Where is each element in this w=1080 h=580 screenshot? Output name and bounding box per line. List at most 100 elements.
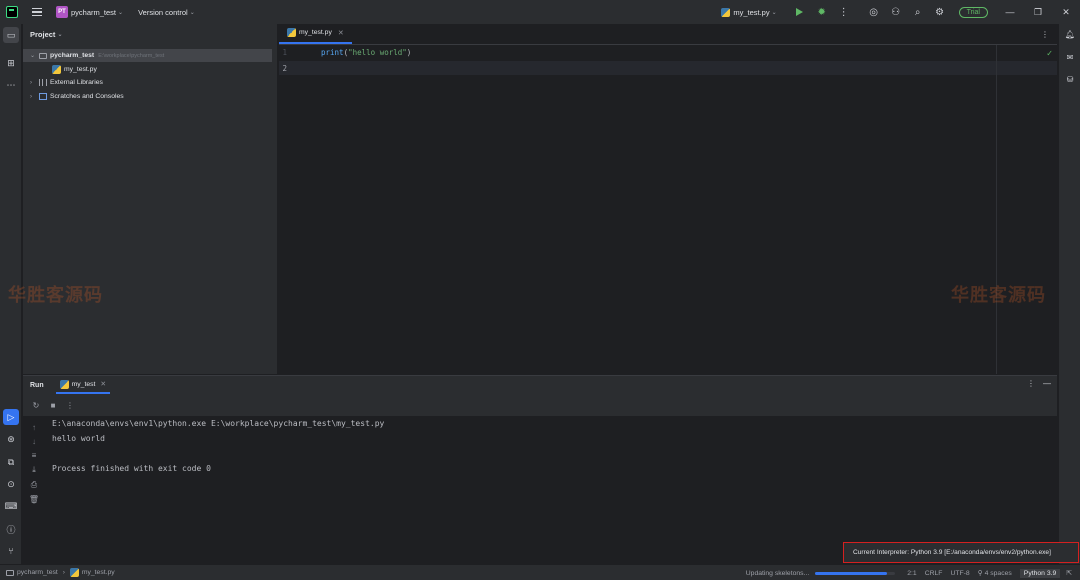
stop-button[interactable]: ■ bbox=[46, 398, 60, 412]
print-icon: ⎙ bbox=[30, 480, 38, 489]
ai-assistant-button[interactable]: ◎ bbox=[863, 1, 885, 23]
close-tab-icon[interactable]: ✕ bbox=[338, 29, 344, 37]
run-tool-button[interactable]: ▷ bbox=[3, 409, 19, 425]
close-button[interactable]: ✕ bbox=[1052, 0, 1080, 24]
tree-item-external-libraries[interactable]: › External Libraries bbox=[30, 76, 103, 89]
terminal-button[interactable]: ⌨ bbox=[3, 498, 19, 514]
tab-label: my_test.py bbox=[299, 29, 332, 36]
breadcrumb-file[interactable]: my_test.py bbox=[82, 569, 115, 576]
settings-button[interactable]: ⚙ bbox=[929, 1, 951, 23]
more-vertical-icon[interactable]: ⋮ bbox=[1027, 379, 1035, 388]
version-control-menu[interactable]: Version control bbox=[138, 8, 188, 17]
scroll-down-button[interactable]: ↓ bbox=[27, 434, 41, 448]
project-tool-button[interactable]: ▭ bbox=[3, 27, 19, 43]
print-button[interactable]: ⎙ bbox=[27, 478, 41, 492]
interpreter-selector[interactable]: Python 3.9 bbox=[1019, 568, 1061, 578]
notifications-button[interactable]: 🔔︎ bbox=[1063, 27, 1077, 41]
chevron-down-icon[interactable]: ⌄ bbox=[30, 52, 39, 59]
tree-item-label: my_test.py bbox=[64, 66, 97, 73]
watermark-left: 华胜客源码 bbox=[8, 285, 103, 306]
database-button[interactable]: ⛁ bbox=[1063, 72, 1077, 86]
rerun-icon: ↻ bbox=[32, 400, 40, 410]
services-icon: ⊙ bbox=[7, 478, 15, 489]
console-line: hello world bbox=[52, 434, 105, 443]
scroll-end-icon: ⤓ bbox=[32, 465, 36, 474]
git-button[interactable]: ⑂ bbox=[3, 543, 19, 559]
file-encoding[interactable]: UTF-8 bbox=[950, 570, 969, 577]
minimize-button[interactable]: — bbox=[996, 0, 1024, 24]
caret-position[interactable]: 2:1 bbox=[907, 570, 916, 577]
line-number: 1 bbox=[282, 48, 287, 57]
tab-options-icon[interactable]: ⋮ bbox=[1041, 30, 1049, 39]
line-separator[interactable]: CRLF bbox=[925, 570, 943, 577]
scratches-icon bbox=[39, 93, 47, 100]
trash-icon: 🗑︎ bbox=[28, 494, 40, 504]
search-everywhere-button[interactable]: ⌕ bbox=[907, 1, 929, 23]
more-actions-button[interactable]: ⋮ bbox=[833, 1, 855, 23]
chevron-right-icon[interactable]: › bbox=[30, 94, 39, 100]
python-packages-button[interactable]: ⊛ bbox=[3, 431, 19, 447]
background-task-progress[interactable] bbox=[815, 571, 896, 575]
tree-item-label: External Libraries bbox=[50, 79, 103, 86]
scroll-up-button[interactable]: ↑ bbox=[27, 420, 41, 434]
code-line[interactable]: print("hello world") bbox=[321, 48, 411, 57]
git-branch-icon: ⑂ bbox=[8, 546, 14, 556]
layers-icon: ⧉ bbox=[7, 456, 15, 467]
tree-item-project-root[interactable]: ⌄ pycharm_test E:\workplace\pycharm_test bbox=[23, 49, 272, 62]
project-badge[interactable]: PT bbox=[56, 6, 68, 18]
restore-icon: ❐ bbox=[1033, 6, 1043, 17]
tree-item-label: Scratches and Consoles bbox=[50, 93, 124, 100]
console-line: E:\anaconda\envs\env1\python.exe E:\work… bbox=[52, 419, 385, 428]
project-panel: Project ⌄ ⌄ pycharm_test E:\workplace\py… bbox=[23, 24, 277, 374]
pycharm-window: PT pycharm_test ⌄ Version control ⌄ my_t… bbox=[0, 0, 1080, 580]
more-button[interactable]: ⋮ bbox=[63, 398, 77, 412]
indent-setting[interactable]: ⚲ 4 spaces bbox=[978, 569, 1012, 577]
packages-icon: ⊛ bbox=[7, 433, 15, 444]
background-task-label[interactable]: Updating skeletons... bbox=[746, 570, 809, 577]
soft-wrap-button[interactable]: ≡ bbox=[27, 448, 41, 462]
chevron-down-icon[interactable]: ⌄ bbox=[118, 9, 123, 16]
more-vertical-icon: ⋮ bbox=[66, 400, 74, 410]
bug-icon: ✹ bbox=[817, 6, 826, 18]
clear-button[interactable]: 🗑︎ bbox=[27, 492, 41, 506]
editor-area: my_test.py ✕ ⋮ 1 2 print("hello world") … bbox=[279, 24, 1057, 374]
close-tab-icon[interactable]: ✕ bbox=[100, 380, 106, 388]
structure-tool-button[interactable]: ⊞ bbox=[3, 55, 19, 71]
trial-badge[interactable]: Trial bbox=[958, 6, 988, 18]
run-icon: ▷ bbox=[7, 411, 15, 422]
chevron-down-icon[interactable]: ⌄ bbox=[190, 9, 195, 16]
tab-my-test[interactable]: my_test.py ✕ bbox=[279, 23, 352, 44]
progress-fill bbox=[815, 571, 888, 575]
problems-button[interactable]: ⓘ bbox=[3, 521, 19, 537]
inspection-ok-icon[interactable]: ✓ bbox=[1046, 49, 1053, 58]
project-panel-header[interactable]: Project ⌄ bbox=[23, 24, 277, 44]
ai-chat-button[interactable]: ✉ bbox=[1063, 50, 1077, 64]
main-menu-icon[interactable] bbox=[32, 8, 42, 16]
run-toolbar: ↻ ■ ⋮ bbox=[23, 394, 1057, 416]
chevron-right-icon[interactable]: › bbox=[30, 80, 39, 86]
run-panel: Run my_test ✕ ⋮ — ↻ ■ ⋮ ↑ ↓ ≡ ⤓ ⎙ 🗑︎ E:\ bbox=[23, 375, 1057, 564]
python-console-button[interactable]: ⧉ bbox=[3, 454, 19, 470]
chevron-down-icon[interactable]: ⌄ bbox=[57, 31, 62, 38]
minimize-panel-icon[interactable]: — bbox=[1043, 379, 1051, 388]
structure-icon: ⊞ bbox=[7, 57, 15, 68]
folder-icon: ▭ bbox=[6, 29, 16, 40]
watermark-right: 华胜客源码 bbox=[951, 285, 1046, 306]
breadcrumb-project[interactable]: pycharm_test bbox=[17, 569, 58, 576]
tree-item-scratches[interactable]: › Scratches and Consoles bbox=[30, 90, 124, 103]
lock-icon[interactable]: ⇱ bbox=[1066, 569, 1072, 577]
run-config-selector[interactable]: my_test.py ⌄ bbox=[721, 7, 777, 17]
rerun-button[interactable]: ↻ bbox=[29, 398, 43, 412]
database-icon: ⛁ bbox=[1066, 74, 1074, 84]
services-button[interactable]: ⊙ bbox=[3, 476, 19, 492]
scroll-to-end-button[interactable]: ⤓ bbox=[27, 463, 41, 477]
maximize-button[interactable]: ❐ bbox=[1024, 0, 1052, 24]
run-button[interactable] bbox=[789, 1, 811, 23]
run-tab-my-test[interactable]: my_test ✕ bbox=[55, 376, 111, 394]
code-with-me-button[interactable]: ⚇ bbox=[885, 1, 907, 23]
tree-item-my-test[interactable]: my_test.py bbox=[52, 63, 97, 76]
project-switcher[interactable]: pycharm_test bbox=[71, 8, 116, 17]
debug-button[interactable]: ✹ bbox=[811, 1, 833, 23]
breadcrumb: pycharm_test › my_test.py bbox=[6, 568, 115, 577]
more-tools-button[interactable]: ⋯ bbox=[3, 77, 19, 93]
